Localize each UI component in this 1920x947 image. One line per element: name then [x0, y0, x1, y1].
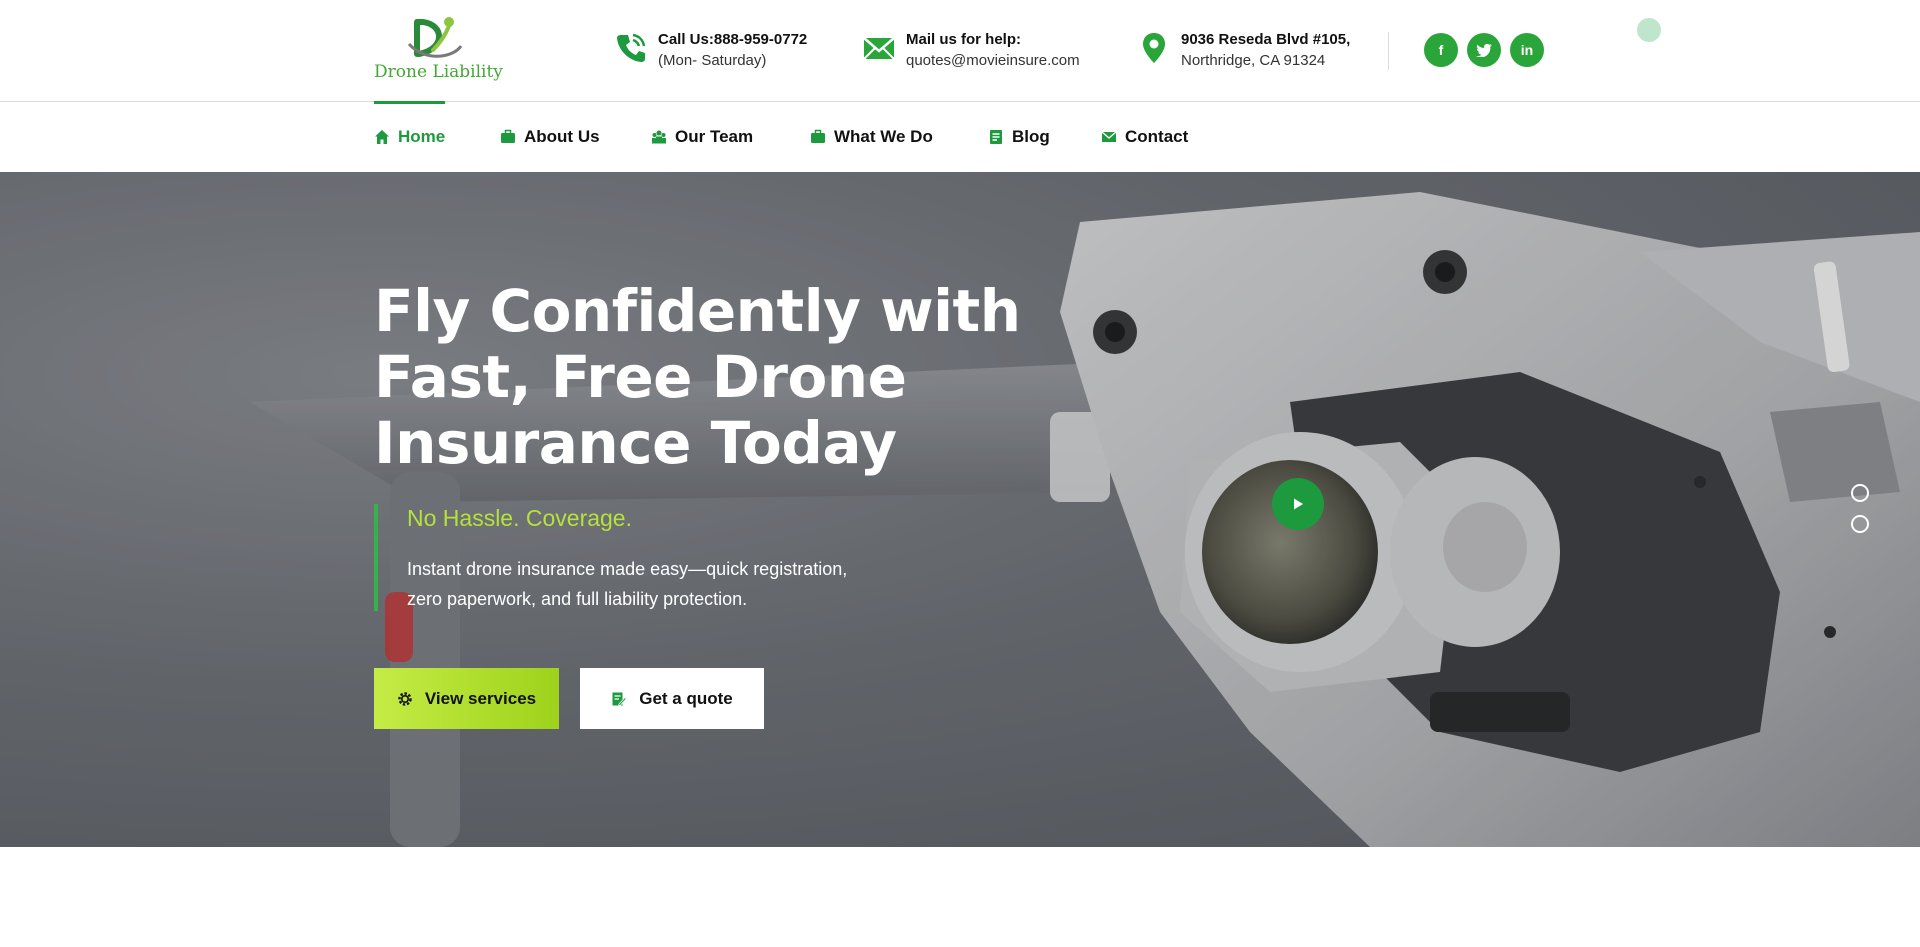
logo-mark-icon	[407, 17, 463, 58]
gear-icon	[398, 691, 412, 706]
logo[interactable]: Drone Liability	[374, 14, 503, 84]
briefcase-icon	[811, 129, 825, 143]
divider	[1388, 32, 1389, 70]
play-video-button[interactable]	[1272, 478, 1324, 530]
address-line2: Northridge, CA 91324	[1181, 52, 1326, 69]
envelope-icon	[863, 37, 895, 60]
mail-address[interactable]: quotes@movieinsure.com	[906, 50, 1080, 71]
view-services-label: View services	[424, 688, 537, 708]
drone-background-image	[0, 172, 1920, 847]
hero-description-line: Instant drone insurance made easy—quick …	[407, 559, 848, 579]
edit-document-icon	[612, 692, 628, 706]
nav-label-contact: Contact	[1125, 127, 1189, 146]
phone-icon	[617, 33, 646, 62]
phone-info: Call Us:888-959-0772 (Mon- Saturday)	[614, 29, 807, 71]
home-icon	[375, 130, 389, 144]
mail-info: Mail us for help: quotes@movieinsure.com	[862, 29, 1080, 71]
mail-label: Mail us for help:	[906, 31, 1022, 48]
nav-label-blog: Blog	[1012, 127, 1050, 146]
social-links: f in	[1424, 33, 1544, 67]
view-services-button[interactable]: View services	[374, 668, 559, 729]
nav-label-team: Our Team	[675, 127, 754, 146]
nav-item-about[interactable]: About Us	[500, 102, 600, 172]
slider-dot-1[interactable]	[1851, 484, 1869, 502]
logo-text: Drone Liability	[374, 62, 503, 82]
accent-bar	[374, 504, 378, 611]
envelope-icon	[1101, 131, 1117, 142]
nav-item-blog[interactable]: Blog	[988, 102, 1050, 172]
top-header: Drone Liability Call Us:888-959-0772 (Mo…	[0, 0, 1920, 102]
get-a-quote-button[interactable]: Get a quote	[580, 668, 764, 729]
hero-title-line: Fast, Free Drone	[374, 343, 907, 411]
document-icon	[990, 130, 1002, 144]
briefcase-icon	[501, 129, 515, 143]
twitter-icon[interactable]	[1467, 33, 1501, 67]
facebook-icon[interactable]: f	[1424, 33, 1458, 67]
nav-item-team[interactable]: Our Team	[651, 102, 753, 172]
get-a-quote-label: Get a quote	[639, 688, 733, 708]
hero-title-line: Fly Confidently with	[374, 277, 1021, 345]
nav-label-about: About Us	[524, 127, 600, 146]
hero-description: Instant drone insurance made easy—quick …	[407, 554, 927, 614]
nav-label-what-we-do: What We Do	[834, 127, 933, 146]
slider-dot-2[interactable]	[1851, 515, 1869, 533]
hero-subtitle: No Hassle. Coverage.	[407, 505, 632, 531]
phone-hours: (Mon- Saturday)	[658, 52, 767, 69]
hero-description-line: zero paperwork, and full liability prote…	[407, 589, 748, 609]
nav-label-home: Home	[398, 127, 446, 146]
hero-title-line: Insurance Today	[374, 409, 897, 477]
address-info: 9036 Reseda Blvd #105, Northridge, CA 91…	[1137, 29, 1350, 71]
hero-banner: Fly Confidently with Fast, Free Drone In…	[0, 172, 1920, 847]
address-line1: 9036 Reseda Blvd #105,	[1181, 31, 1351, 48]
linkedin-icon[interactable]: in	[1510, 33, 1544, 67]
main-nav: Home About Us Our Team What We Do Blog C…	[0, 101, 1920, 172]
team-icon	[652, 130, 666, 144]
nav-item-what-we-do[interactable]: What We Do	[810, 102, 933, 172]
hero-title: Fly Confidently with Fast, Free Drone In…	[374, 278, 1074, 476]
nav-item-home[interactable]: Home	[374, 101, 446, 172]
decorative-dot	[1637, 18, 1661, 42]
nav-item-contact[interactable]: Contact	[1101, 102, 1188, 172]
phone-number[interactable]: Call Us:888-959-0772	[658, 29, 807, 50]
map-pin-icon	[1143, 33, 1165, 63]
play-icon	[1294, 498, 1303, 510]
